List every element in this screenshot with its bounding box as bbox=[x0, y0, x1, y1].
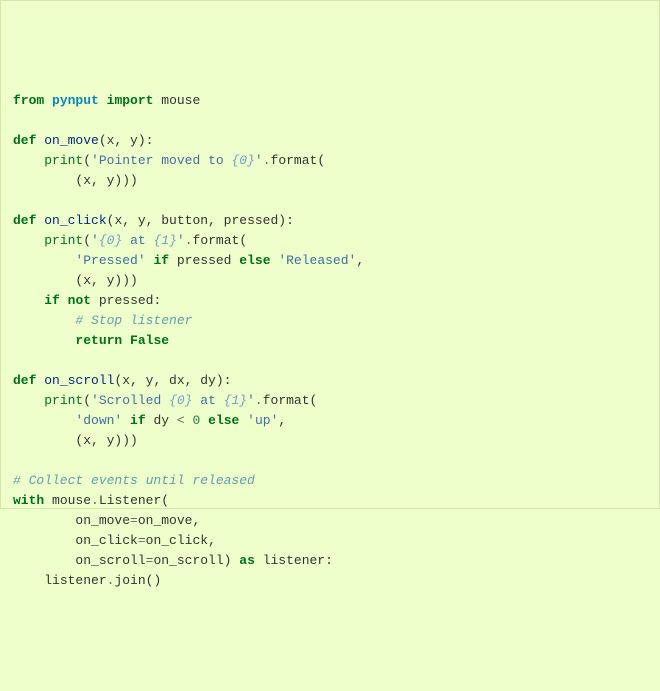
string-pressed: 'Pressed' bbox=[75, 253, 145, 268]
op-dot: . bbox=[255, 393, 263, 408]
keyword-if: if bbox=[44, 293, 60, 308]
string-down: 'down' bbox=[75, 413, 122, 428]
val-on-move: on_move, bbox=[138, 513, 200, 528]
func-on-move: on_move bbox=[44, 133, 99, 148]
number-zero: 0 bbox=[193, 413, 201, 428]
paren: ( bbox=[83, 153, 91, 168]
string-interp: {0} bbox=[231, 153, 254, 168]
string: at bbox=[122, 233, 153, 248]
keyword-import: import bbox=[107, 93, 154, 108]
args: (x, y))) bbox=[75, 433, 137, 448]
builtin-print: print bbox=[44, 153, 83, 168]
func-on-click: on_click bbox=[44, 213, 106, 228]
op-dot: . bbox=[185, 233, 193, 248]
string: 'Pointer moved to bbox=[91, 153, 231, 168]
string: ' bbox=[255, 153, 263, 168]
name-mouse: mouse bbox=[161, 93, 200, 108]
keyword-if: if bbox=[153, 253, 169, 268]
params: (x, y, button, pressed): bbox=[107, 213, 294, 228]
keyword-else: else bbox=[208, 413, 239, 428]
args: (x, y))) bbox=[75, 273, 137, 288]
paren: ( bbox=[83, 233, 91, 248]
string: at bbox=[192, 393, 223, 408]
code-block: from pynput import mouse def on_move(x, … bbox=[13, 91, 647, 591]
kwarg-on-click: on_click bbox=[75, 533, 137, 548]
op-dot: . bbox=[263, 153, 271, 168]
keyword-def: def bbox=[13, 213, 36, 228]
name-listener: listener bbox=[44, 573, 106, 588]
string-interp: {0} bbox=[99, 233, 122, 248]
class-listener: Listener( bbox=[99, 493, 169, 508]
comma: , bbox=[356, 253, 364, 268]
keyword-if: if bbox=[130, 413, 146, 428]
string: 'Scrolled bbox=[91, 393, 169, 408]
string-interp: {0} bbox=[169, 393, 192, 408]
keyword-with: with bbox=[13, 493, 44, 508]
name-pressed: pressed bbox=[177, 253, 232, 268]
op-dot: . bbox=[107, 573, 115, 588]
builtin-print: print bbox=[44, 233, 83, 248]
call-join: join() bbox=[114, 573, 161, 588]
keyword-def: def bbox=[13, 133, 36, 148]
op-dot: . bbox=[91, 493, 99, 508]
op-eq: = bbox=[138, 533, 146, 548]
builtin-print: print bbox=[44, 393, 83, 408]
call-format: format( bbox=[263, 393, 318, 408]
params: (x, y, dx, dy): bbox=[114, 373, 231, 388]
string: ' bbox=[91, 233, 99, 248]
call-format: format( bbox=[193, 233, 248, 248]
keyword-not: not bbox=[68, 293, 91, 308]
keyword-from: from bbox=[13, 93, 44, 108]
string-interp: {1} bbox=[153, 233, 176, 248]
string-interp: {1} bbox=[224, 393, 247, 408]
op-eq: = bbox=[146, 553, 154, 568]
keyword-else: else bbox=[239, 253, 270, 268]
op-lt: < bbox=[177, 413, 185, 428]
name-dy: dy bbox=[153, 413, 169, 428]
call-format: format( bbox=[271, 153, 326, 168]
module-pynput: pynput bbox=[52, 93, 99, 108]
comment-collect: # Collect events until released bbox=[13, 473, 255, 488]
params: (x, y): bbox=[99, 133, 154, 148]
val-on-click: on_click, bbox=[146, 533, 216, 548]
op-eq: = bbox=[130, 513, 138, 528]
val-on-scroll: on_scroll) bbox=[153, 553, 231, 568]
keyword-as: as bbox=[239, 553, 255, 568]
comma: , bbox=[278, 413, 286, 428]
string-up: 'up' bbox=[247, 413, 278, 428]
name-mouse: mouse bbox=[52, 493, 91, 508]
kwarg-on-scroll: on_scroll bbox=[75, 553, 145, 568]
args: (x, y))) bbox=[75, 173, 137, 188]
name-pressed: pressed: bbox=[99, 293, 161, 308]
keyword-false: False bbox=[130, 333, 169, 348]
func-on-scroll: on_scroll bbox=[44, 373, 114, 388]
keyword-return: return bbox=[75, 333, 122, 348]
name-listener: listener: bbox=[263, 553, 333, 568]
string-released: 'Released' bbox=[278, 253, 356, 268]
string: ' bbox=[177, 233, 185, 248]
keyword-def: def bbox=[13, 373, 36, 388]
comment-stop-listener: # Stop listener bbox=[75, 313, 192, 328]
string: ' bbox=[247, 393, 255, 408]
kwarg-on-move: on_move bbox=[75, 513, 130, 528]
paren: ( bbox=[83, 393, 91, 408]
